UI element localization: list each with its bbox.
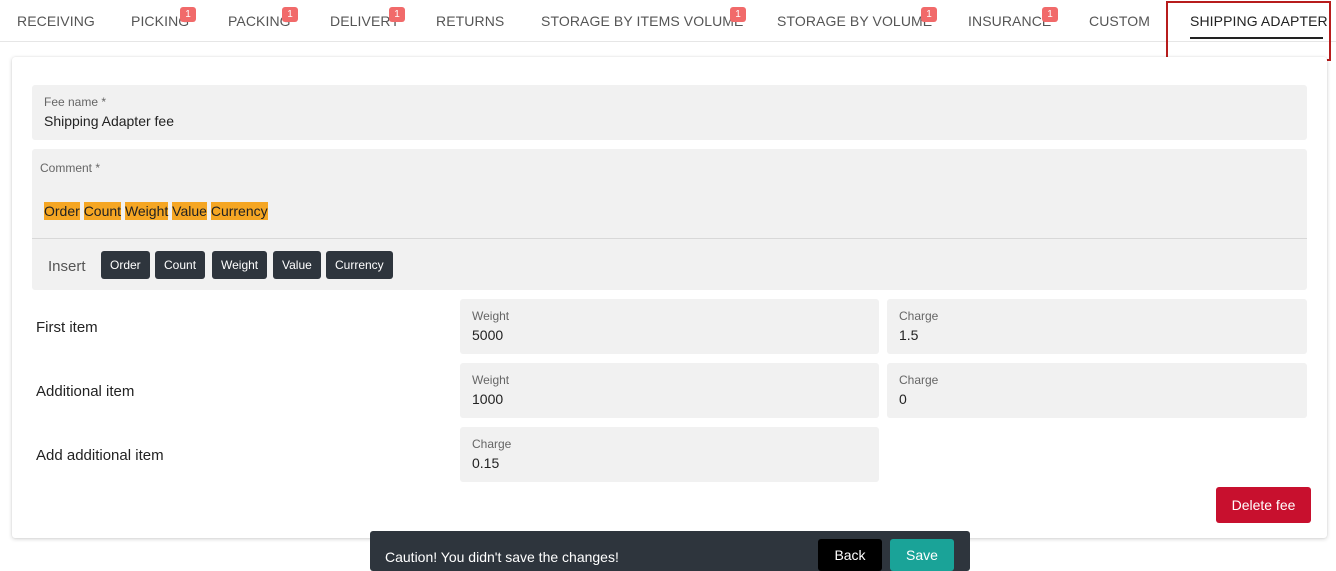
tab-label: RECEIVING [17,13,95,29]
delete-fee-button[interactable]: Delete fee [1216,487,1311,523]
insert-label: Insert [48,258,86,275]
tab-label: CUSTOM [1089,13,1151,29]
token-order: Order [44,202,80,220]
insert-order-button[interactable]: Order [101,251,150,279]
add-additional-item-charge-field[interactable]: Charge [460,427,879,482]
snackbar-message: Caution! You didn't save the changes! [385,549,619,565]
notification-badge: 1 [389,7,405,22]
notification-badge: 1 [1042,7,1058,22]
insert-value-button[interactable]: Value [273,251,321,279]
tab-storage-by-items-volume[interactable]: STORAGE BY ITEMS VOLUME [541,0,744,41]
weight-label: Weight [472,309,510,323]
weight-label: Weight [472,373,510,387]
notification-badge: 1 [921,7,937,22]
token-count: Count [83,202,122,220]
divider [32,238,1307,239]
back-button[interactable]: Back [818,539,882,571]
token-value: Value [172,202,207,220]
first-item-charge-input[interactable] [899,327,1289,343]
active-tab-indicator [1190,37,1323,39]
comment-field[interactable]: Comment * Order Count Weight Value Curre… [32,149,1307,290]
first-item-label: First item [36,319,98,336]
insert-count-button[interactable]: Count [155,251,206,279]
fee-name-field[interactable]: Fee name * [32,85,1307,140]
tab-receiving[interactable]: RECEIVING [17,0,95,41]
first-item-weight-input[interactable] [472,327,862,343]
charge-label: Charge [899,309,939,323]
tab-bar: RECEIVING PICKING 1 PACKING 1 DELIVERY 1… [0,0,1336,42]
comment-editor[interactable]: Order Count Weight Value Currency [44,202,268,220]
save-button[interactable]: Save [890,539,954,571]
additional-item-label: Additional item [36,383,135,400]
first-item-charge-field[interactable]: Charge [887,299,1307,354]
insert-weight-button[interactable]: Weight [212,251,268,279]
add-additional-item-charge-input[interactable] [472,455,862,471]
tab-label: SHIPPING ADAPTER [1190,13,1328,29]
additional-item-weight-input[interactable] [472,391,862,407]
token-currency: Currency [210,202,268,220]
tab-shipping-adapter[interactable]: SHIPPING ADAPTER [1190,0,1328,41]
charge-label: Charge [472,437,512,451]
additional-item-weight-field[interactable]: Weight [460,363,879,418]
additional-item-charge-input[interactable] [899,391,1289,407]
tab-label: STORAGE BY ITEMS VOLUME [541,13,744,29]
tab-label: STORAGE BY VOLUME [777,13,933,29]
comment-label: Comment * [40,161,101,175]
notification-badge: 1 [180,7,196,22]
fee-name-input[interactable] [44,113,1284,129]
add-additional-item-label: Add additional item [36,447,164,464]
fee-name-label: Fee name * [44,95,107,109]
tab-label: INSURANCE [968,13,1052,29]
first-item-weight-field[interactable]: Weight [460,299,879,354]
notification-badge: 1 [730,7,746,22]
unsaved-changes-snackbar: Caution! You didn't save the changes! Ba… [370,531,970,571]
tab-insurance[interactable]: INSURANCE [968,0,1051,41]
tab-packing[interactable]: PACKING [228,0,291,41]
tab-storage-by-volume[interactable]: STORAGE BY VOLUME [777,0,932,41]
tab-custom[interactable]: CUSTOM [1089,0,1150,41]
tab-returns[interactable]: RETURNS [436,0,504,41]
tab-label: RETURNS [436,13,505,29]
notification-badge: 1 [282,7,298,22]
additional-item-charge-field[interactable]: Charge [887,363,1307,418]
charge-label: Charge [899,373,939,387]
insert-currency-button[interactable]: Currency [326,251,393,279]
token-weight: Weight [124,202,169,220]
